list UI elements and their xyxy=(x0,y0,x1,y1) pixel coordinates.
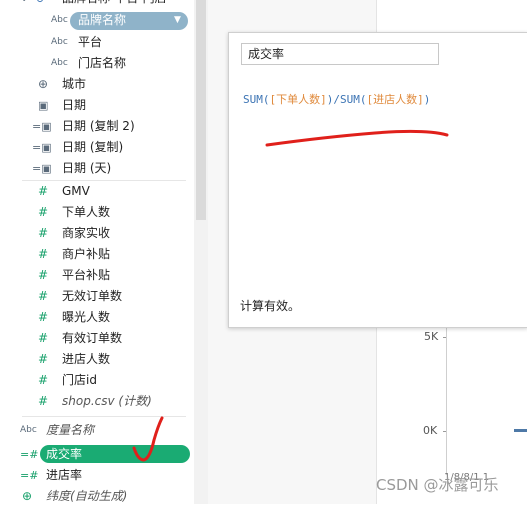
calculation-status: 计算有效。 xyxy=(240,299,301,313)
axis-label-0k: 0K xyxy=(423,424,438,437)
chevron-down-icon[interactable]: ⌄ xyxy=(20,0,28,9)
field-date-copy2[interactable]: =▣ 日期 (复制 2) xyxy=(0,116,190,137)
formula-function: ) xyxy=(423,93,431,106)
field-label: 成交率 xyxy=(46,447,83,461)
measure-names-label: 度量名称 xyxy=(46,423,95,437)
number-icon: # xyxy=(38,331,49,345)
number-icon: # xyxy=(38,247,49,261)
watermark: CSDN @冰露可乐 xyxy=(376,476,499,494)
formula-function: )/SUM( xyxy=(326,93,367,106)
calc-calendar-icon: =▣ xyxy=(32,162,52,175)
hierarchy-label: 品牌名称-平台-门店 xyxy=(62,0,167,9)
field-date[interactable]: ▣ 日期 xyxy=(0,95,190,116)
axis-line xyxy=(446,320,447,475)
measure-row[interactable]: # 下单人数 xyxy=(0,202,190,223)
string-type-icon: Abc xyxy=(20,425,37,435)
measure-label: 平台补贴 xyxy=(62,268,111,282)
measure-row-count[interactable]: # shop.csv (计数) xyxy=(0,391,190,412)
measure-row[interactable]: # 有效订单数 xyxy=(0,328,190,349)
calculation-name-input[interactable]: 成交率 xyxy=(241,43,439,65)
calc-number-icon: =# xyxy=(20,469,39,482)
field-label: 日期 (复制 2) xyxy=(62,119,135,133)
calc-calendar-icon: =▣ xyxy=(32,120,52,133)
number-icon: # xyxy=(38,268,49,282)
field-label: 日期 xyxy=(62,98,87,112)
calc-calendar-icon: =▣ xyxy=(32,141,52,154)
sidebar-scrollbar[interactable] xyxy=(194,0,208,504)
measure-label: 曝光人数 xyxy=(62,310,111,324)
measure-label: GMV xyxy=(62,184,90,198)
scrollbar-thumb[interactable] xyxy=(196,0,206,220)
number-icon: # xyxy=(38,352,49,366)
hierarchy-row[interactable]: ⌄ ♁ 品牌名称-平台-门店 xyxy=(0,0,190,9)
field-store-name[interactable]: Abc 门店名称 xyxy=(0,53,190,74)
measure-row[interactable]: # GMV xyxy=(0,181,190,202)
field-label: 城市 xyxy=(62,77,87,91)
calculation-editor: 成交率 SUM([下单人数])/SUM([进店人数]) 计算有效。 xyxy=(228,32,527,328)
field-date-day[interactable]: =▣ 日期 (天) xyxy=(0,158,190,179)
measure-label: 进店人数 xyxy=(62,352,111,366)
measure-label: 无效订单数 xyxy=(62,289,123,303)
measure-label: 下单人数 xyxy=(62,205,111,219)
formula-field: [进店人数] xyxy=(366,93,424,106)
formula-editor[interactable]: SUM([下单人数])/SUM([进店人数]) xyxy=(243,91,430,107)
number-icon: # xyxy=(38,205,49,219)
field-label: 门店名称 xyxy=(78,56,127,70)
line-series-segment xyxy=(514,429,527,432)
field-label: 日期 (复制) xyxy=(62,140,124,154)
measure-row[interactable]: # 曝光人数 xyxy=(0,307,190,328)
formula-function: SUM( xyxy=(243,93,270,106)
measure-row[interactable]: # 商家实收 xyxy=(0,223,190,244)
formula-field: [下单人数] xyxy=(269,93,327,106)
measure-label: 商户补贴 xyxy=(62,247,111,261)
number-icon: # xyxy=(38,394,49,408)
number-icon: # xyxy=(38,184,49,198)
measure-label: 门店id xyxy=(62,373,97,387)
hierarchy-icon: ♁ xyxy=(36,0,44,9)
measure-row[interactable]: # 进店人数 xyxy=(0,349,190,370)
dropdown-arrow-icon[interactable]: ▼ xyxy=(174,10,181,31)
field-date-copy[interactable]: =▣ 日期 (复制) xyxy=(0,137,190,158)
string-type-icon: Abc xyxy=(51,37,68,47)
measure-label: 商家实收 xyxy=(62,226,111,240)
calendar-icon: ▣ xyxy=(38,99,49,112)
measure-row[interactable]: # 平台补贴 xyxy=(0,265,190,286)
red-underline-annotation xyxy=(265,129,449,147)
field-label: 日期 (天) xyxy=(62,161,112,175)
number-icon: # xyxy=(38,310,49,324)
measure-row[interactable]: # 无效订单数 xyxy=(0,286,190,307)
measure-row[interactable]: # 门店id xyxy=(0,370,190,391)
calc-number-icon: =# xyxy=(20,448,39,461)
number-icon: # xyxy=(38,289,49,303)
globe-icon: ⊕ xyxy=(38,77,49,91)
axis-label-5k: 5K xyxy=(424,330,439,343)
measure-label: 有效订单数 xyxy=(62,331,123,345)
field-city[interactable]: ⊕ 城市 xyxy=(0,74,190,95)
field-label: 进店率 xyxy=(46,468,83,482)
string-type-icon: Abc xyxy=(51,58,68,68)
field-label: 品牌名称 xyxy=(78,13,127,27)
field-label: 平台 xyxy=(78,35,103,49)
measure-row[interactable]: # 商户补贴 xyxy=(0,244,190,265)
measure-label: shop.csv (计数) xyxy=(62,394,152,408)
number-icon: # xyxy=(38,373,49,387)
field-entry-rate[interactable]: =# 进店率 xyxy=(0,465,190,486)
red-check-annotation xyxy=(132,416,164,462)
field-brand[interactable]: Abc 品牌名称 ▼ xyxy=(0,10,190,31)
string-type-icon: Abc xyxy=(51,15,68,25)
number-icon: # xyxy=(38,226,49,240)
field-platform[interactable]: Abc 平台 xyxy=(0,32,190,53)
